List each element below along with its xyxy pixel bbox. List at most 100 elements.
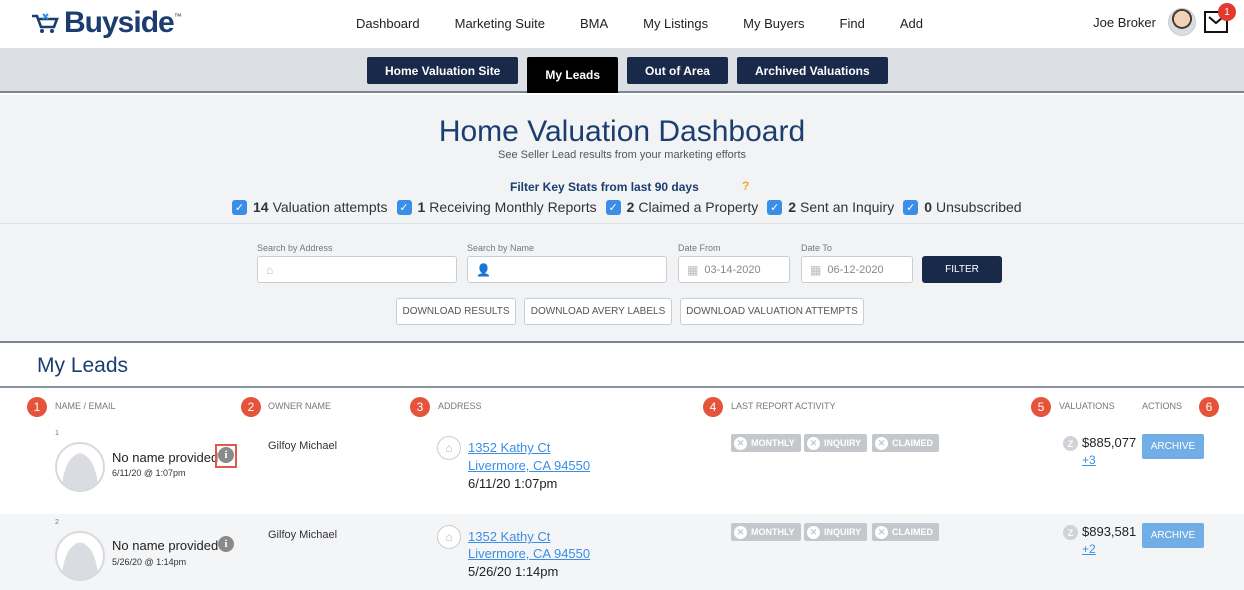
download-results-button[interactable]: DOWNLOAD RESULTS [396,298,516,325]
stat-sent-inquiry[interactable]: ✓ 2 Sent an Inquiry [767,199,894,215]
download-valuation-attempts-button[interactable]: DOWNLOAD VALUATION ATTEMPTS [680,298,864,325]
calendar-icon: ▦ [687,262,699,277]
marker-badge: 5 [1031,397,1051,417]
inquiry-badge: ✕ INQUIRY [804,523,868,541]
tab-my-leads[interactable]: My Leads [527,57,619,93]
stat-claimed-property[interactable]: ✓ 2 Claimed a Property [605,199,758,215]
avatar [55,442,105,492]
dashboard-header: Home Valuation Dashboard See Seller Lead… [0,95,1244,223]
nav-marketing-suite[interactable]: Marketing Suite [455,16,545,31]
col-valuations[interactable]: VALUATIONS [1059,401,1115,411]
stat-valuation-attempts[interactable]: ✓ 14 Valuation attempts [232,199,388,215]
date-to-input[interactable]: ▦ 06-12-2020 [801,256,913,283]
tab-out-of-area[interactable]: Out of Area [627,57,728,84]
checkbox-checked-icon[interactable]: ✓ [903,199,919,215]
help-icon[interactable]: ? [742,179,749,193]
name-search-label: Search by Name [467,243,535,253]
mail-icon[interactable]: 1 [1204,3,1236,33]
col-owner-name[interactable]: OWNER NAME [268,401,331,411]
archive-button[interactable]: ARCHIVE [1142,434,1204,459]
nav-find[interactable]: Find [840,16,865,31]
name-search-input[interactable]: 👤 [467,256,667,283]
owner-name: Gilfoy Michael [268,529,338,541]
person-icon: 👤 [476,262,491,277]
more-valuations-link[interactable]: +3 [1082,453,1096,467]
cart-icon [32,13,59,33]
user-avatar[interactable] [1168,8,1196,36]
stat-count: 2 [626,199,635,215]
address-date: 5/26/20 1:14pm [468,564,559,579]
marker-badge: 1 [27,397,47,417]
checkbox-checked-icon[interactable]: ✓ [396,199,412,215]
info-icon[interactable]: i [218,536,234,552]
checkbox-checked-icon[interactable]: ✓ [232,199,247,215]
col-last-report-activity[interactable]: LAST REPORT ACTIVITY [731,401,836,411]
lead-name: No name provided [112,450,219,465]
home-icon: ⌂ [437,436,461,460]
monthly-badge: ✕ MONTHLY [731,434,801,452]
date-from-input[interactable]: ▦ 03-14-2020 [678,256,790,283]
row-index: 2 [55,519,59,526]
lead-date: 5/26/20 @ 1:14pm [112,557,187,567]
address-search-input[interactable]: ⌂ [257,256,457,283]
tab-archived-valuations[interactable]: Archived Valuations [736,57,888,84]
nav-my-listings[interactable]: My Listings [643,16,708,31]
date-to-label: Date To [801,243,832,253]
stat-label: Valuation attempts [272,199,388,215]
stat-label: Sent an Inquiry [800,199,895,215]
leads-table-header: 1 NAME / EMAIL 2 OWNER NAME 3 ADDRESS 4 … [0,386,1244,424]
table-row: 2 No name provided i 5/26/20 @ 1:14pm Gi… [0,514,1244,590]
lead-date: 6/11/20 @ 1:07pm [112,468,186,478]
stats-filters: ✓ 14 Valuation attempts ✓ 1 Receiving Mo… [232,199,1031,215]
main-menu: Dashboard Marketing Suite BMA My Listing… [356,16,958,31]
date-from-label: Date From [678,243,721,253]
claimed-label: CLAIMED [892,438,933,448]
nav-my-buyers[interactable]: My Buyers [743,16,804,31]
download-avery-labels-button[interactable]: DOWNLOAD AVERY LABELS [524,298,672,325]
col-actions: ACTIONS [1142,401,1183,411]
zillow-icon: Z [1063,436,1078,451]
archive-button[interactable]: ARCHIVE [1142,523,1204,548]
stat-label: Unsubscribed [935,199,1022,215]
user-name[interactable]: Joe Broker [1093,15,1156,30]
owner-name: Gilfoy Michael [268,440,338,452]
address-city-link[interactable]: Livermore, CA 94550 [468,458,590,473]
monthly-label: MONTHLY [751,438,795,448]
stat-count: 1 [417,199,426,215]
valuation-amount: $893,581 [1082,524,1137,539]
checkbox-checked-icon[interactable]: ✓ [767,199,783,215]
top-nav: Buyside ™ Dashboard Marketing Suite BMA … [0,0,1244,48]
close-circle-icon: ✕ [734,525,747,539]
table-row: 1 No name provided i 6/11/20 @ 1:07pm Gi… [0,425,1244,513]
filter-button[interactable]: FILTER [922,256,1002,283]
page-title: Home Valuation Dashboard [438,115,806,148]
tab-bar: Home Valuation Site My Leads Out of Area… [0,48,1244,93]
nav-add[interactable]: Add [900,16,923,31]
stat-unsubscribed[interactable]: ✓ 0 Unsubscribed [903,199,1022,215]
inquiry-label: INQUIRY [824,527,862,537]
more-valuations-link[interactable]: +2 [1082,542,1096,556]
address-date: 6/11/20 1:07pm [468,476,558,491]
address-street-link[interactable]: 1352 Kathy Ct [468,529,550,544]
inquiry-label: INQUIRY [824,438,862,448]
close-circle-icon: ✕ [807,436,820,450]
col-address[interactable]: ADDRESS [438,401,482,411]
calendar-icon: ▦ [810,262,822,277]
stat-count: 0 [924,199,932,215]
monthly-badge: ✕ MONTHLY [731,523,801,541]
logo[interactable]: Buyside ™ [30,6,182,40]
address-city-link[interactable]: Livermore, CA 94550 [468,546,590,561]
lead-name: No name provided [112,538,219,553]
info-icon[interactable]: i [218,447,234,463]
row-index: 1 [55,430,59,437]
col-name-email[interactable]: NAME / EMAIL [55,401,116,411]
leads-title: My Leads [37,354,129,377]
claimed-badge: ✕ CLAIMED [872,523,939,541]
nav-dashboard[interactable]: Dashboard [356,16,420,31]
checkbox-checked-icon[interactable]: ✓ [605,199,621,215]
stat-monthly-reports[interactable]: ✓ 1 Receiving Monthly Reports [396,199,597,215]
address-street-link[interactable]: 1352 Kathy Ct [468,440,550,455]
nav-bma[interactable]: BMA [580,16,608,31]
filter-stats-title: Filter Key Stats from last 90 days [510,180,699,194]
tab-home-valuation-site[interactable]: Home Valuation Site [367,57,519,84]
